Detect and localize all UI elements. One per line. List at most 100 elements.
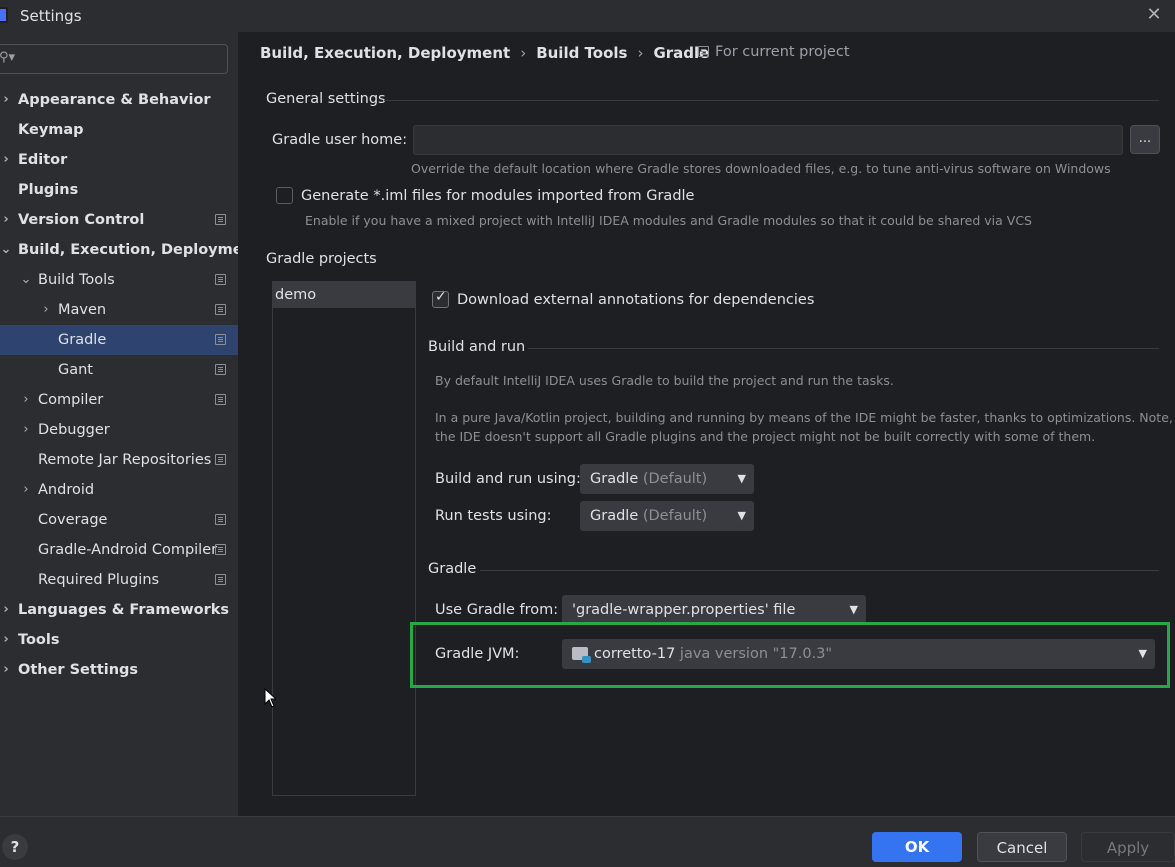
sidebar-item-label: Editor — [18, 152, 68, 168]
build-run-note-line2: the IDE doesn't support all Gradle plugi… — [435, 429, 1096, 444]
gradle-user-home-label: Gradle user home: — [272, 132, 408, 148]
sidebar-item[interactable]: › Maven — [0, 295, 238, 325]
breadcrumb-separator: › — [520, 44, 527, 62]
ok-button[interactable]: OK — [872, 832, 962, 862]
project-scope-icon — [215, 214, 226, 225]
gradle-section-title: Gradle — [428, 561, 477, 577]
sidebar-item-label: Version Control — [18, 212, 145, 228]
general-settings-title: General settings — [266, 91, 386, 107]
close-icon[interactable]: ✕ — [1143, 4, 1165, 26]
run-tests-using-select[interactable]: Gradle (Default) ▼ — [580, 501, 754, 531]
chevron-right-icon[interactable]: › — [20, 415, 32, 445]
sidebar-item-label: Tools — [18, 632, 60, 648]
list-item[interactable]: demo — [273, 282, 415, 308]
cancel-button[interactable]: Cancel — [977, 832, 1067, 862]
sidebar-item[interactable]: Remote Jar Repositories — [0, 445, 238, 475]
sidebar-item-label: Appearance & Behavior — [18, 92, 211, 108]
chevron-down-icon[interactable]: ⌄ — [20, 265, 32, 295]
build-run-using-select[interactable]: Gradle (Default) ▼ — [580, 464, 754, 494]
build-run-note-line1: In a pure Java/Kotlin project, building … — [435, 410, 1175, 425]
section-divider — [528, 348, 1159, 349]
app-icon — [0, 7, 8, 23]
help-button[interactable]: ? — [2, 834, 28, 860]
sidebar-item-label: Maven — [58, 302, 107, 318]
sidebar-item[interactable]: ⌄ Build, Execution, Deployment — [0, 235, 260, 265]
sidebar-item[interactable]: › Other Settings — [0, 655, 238, 685]
generate-iml-checkbox[interactable] — [276, 187, 293, 204]
project-scope-icon — [215, 394, 226, 405]
gradle-projects-list: demo — [272, 281, 416, 796]
sidebar-item[interactable]: Gradle — [0, 325, 238, 355]
chevron-right-icon[interactable]: › — [0, 595, 12, 625]
chevron-right-icon[interactable]: › — [0, 625, 12, 655]
sidebar-item-label: Other Settings — [18, 662, 139, 678]
combo-suffix: (Default) — [642, 508, 708, 524]
project-scope-icon — [698, 46, 709, 57]
sidebar-item[interactable]: › Android — [0, 475, 238, 505]
sidebar-item[interactable]: ⌄ Build Tools — [0, 265, 238, 295]
build-and-run-title: Build and run — [428, 339, 526, 355]
sidebar-item-label: Plugins — [18, 182, 79, 198]
sidebar-item-label: Build, Execution, Deployment — [18, 242, 260, 258]
apply-button[interactable]: Apply — [1081, 832, 1175, 862]
dialog-footer: ? OK Cancel Apply — [0, 816, 1175, 867]
sidebar-item[interactable]: Plugins — [0, 175, 238, 205]
sidebar-item-label: Gradle — [58, 332, 107, 348]
mouse-cursor-icon — [264, 688, 276, 708]
chevron-right-icon[interactable]: › — [0, 85, 12, 115]
chevron-right-icon[interactable]: › — [40, 295, 52, 325]
download-annotations-label: Download external annotations for depend… — [457, 292, 815, 308]
project-scope-icon — [215, 304, 226, 315]
sidebar-item-label: Build Tools — [38, 272, 115, 288]
sidebar-item-label: Debugger — [38, 422, 110, 438]
sidebar-item[interactable]: › Debugger — [0, 415, 238, 445]
project-scope-icon — [215, 334, 226, 345]
sidebar-item-label: Coverage — [38, 512, 108, 528]
search-input[interactable]: ⚲▾ — [0, 44, 228, 74]
gradle-user-home-field[interactable] — [413, 125, 1123, 155]
gradle-projects-title: Gradle projects — [266, 251, 377, 267]
sidebar-item[interactable]: Gant — [0, 355, 238, 385]
breadcrumb-item[interactable]: Build Tools — [536, 44, 627, 62]
breadcrumb-item[interactable]: Build, Execution, Deployment — [260, 44, 510, 62]
title-bar: Settings ✕ — [0, 0, 1175, 32]
chevron-right-icon[interactable]: › — [0, 205, 12, 235]
sidebar-item[interactable]: › Editor — [0, 145, 238, 175]
sidebar-item[interactable]: › Version Control — [0, 205, 238, 235]
combo-suffix: (Default) — [642, 471, 708, 487]
breadcrumb: Build, Execution, Deployment › Build Tools… — [260, 44, 709, 62]
sidebar-item[interactable]: Required Plugins — [0, 565, 238, 595]
project-scope-icon — [215, 514, 226, 525]
sidebar-item[interactable]: Gradle-Android Compiler — [0, 535, 238, 565]
sidebar-item[interactable]: Keymap — [0, 115, 238, 145]
use-gradle-from-label: Use Gradle from: — [435, 602, 559, 618]
section-divider — [384, 100, 1159, 101]
sidebar-item[interactable]: Coverage — [0, 505, 238, 535]
chevron-down-icon[interactable]: ⌄ — [0, 235, 12, 265]
sidebar-item-label: Compiler — [38, 392, 104, 408]
sidebar-item[interactable]: › Appearance & Behavior — [0, 85, 238, 115]
run-tests-using-label: Run tests using: — [435, 508, 552, 524]
project-scope-icon — [215, 364, 226, 375]
use-gradle-from-select[interactable]: 'gradle-wrapper.properties' file ▼ — [562, 595, 866, 625]
sidebar-item[interactable]: › Compiler — [0, 385, 238, 415]
sidebar-item[interactable]: › Tools — [0, 625, 238, 655]
sidebar-item-label: Gradle-Android Compiler — [38, 542, 218, 558]
sidebar-item-label: Android — [38, 482, 95, 498]
generate-iml-label: Generate *.iml files for modules importe… — [301, 188, 695, 204]
project-scope-icon — [215, 454, 226, 465]
project-scope-icon — [215, 574, 226, 585]
chevron-right-icon[interactable]: › — [0, 145, 12, 175]
download-annotations-checkbox[interactable]: ✓ — [432, 289, 449, 308]
sidebar-item[interactable]: › Languages & Frameworks — [0, 595, 238, 625]
chevron-right-icon[interactable]: › — [0, 655, 12, 685]
gradle-user-home-hint: Override the default location where Grad… — [411, 161, 1111, 176]
sidebar-item-label: Gant — [58, 362, 93, 378]
chevron-right-icon[interactable]: › — [20, 475, 32, 505]
browse-button[interactable]: ... — [1130, 125, 1160, 154]
sidebar-item-label: Required Plugins — [38, 572, 160, 588]
chevron-right-icon[interactable]: › — [20, 385, 32, 415]
build-run-description: By default IntelliJ IDEA uses Gradle to … — [435, 373, 894, 388]
settings-sidebar: ⚲▾ › Appearance & Behavior Keymap › Editor Pl… — [0, 32, 260, 816]
dropdown-arrow-icon: ▼ — [737, 472, 746, 485]
